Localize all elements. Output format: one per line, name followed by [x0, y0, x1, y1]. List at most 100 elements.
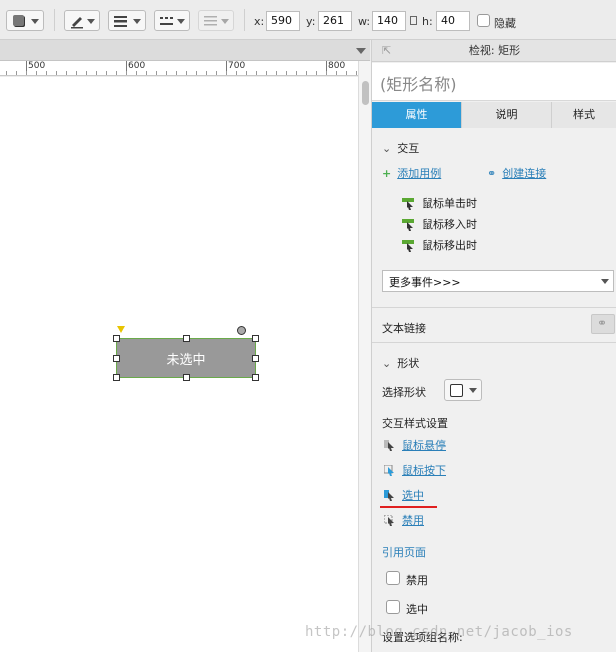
line-pattern-button[interactable] [154, 10, 190, 31]
create-link-label[interactable]: 创建连接 [502, 167, 546, 180]
ruler-minor-tick [66, 71, 67, 75]
cursor-hover-icon [384, 440, 394, 451]
ruler-minor-tick [346, 71, 347, 75]
interaction-section-header[interactable]: ⌄ 交互 [382, 140, 419, 156]
resize-handle[interactable] [252, 355, 259, 362]
selected-checkbox[interactable] [386, 600, 400, 614]
add-case-label[interactable]: 添加用例 [397, 167, 441, 180]
canvas-tab-bar [0, 40, 370, 61]
ruler-minor-tick [46, 71, 47, 75]
line-color-button[interactable] [64, 10, 100, 31]
resize-handle[interactable] [113, 335, 120, 342]
line-weight-icon [114, 16, 127, 27]
fill-color-button[interactable] [6, 10, 44, 31]
ruler-minor-tick [16, 71, 17, 75]
plus-icon: + [382, 167, 392, 180]
canvas-scrollbar[interactable] [358, 61, 371, 652]
text-link-label: 文本链接 [382, 322, 426, 335]
interaction-style-header: 交互样式设置 [382, 417, 448, 430]
lock-ratio-icon[interactable] [410, 16, 417, 25]
collapse-icon[interactable]: ⇱ [382, 40, 391, 62]
event-mouse-leave[interactable]: 鼠标移出时 [402, 237, 477, 253]
hide-checkbox[interactable] [477, 14, 490, 27]
text-link-button[interactable]: ⚭ [591, 314, 615, 334]
add-case-link[interactable]: + 添加用例 [382, 165, 441, 181]
cursor-press-icon [384, 465, 394, 476]
tab-style[interactable]: 样式 [552, 102, 616, 128]
reference-page-label[interactable]: 引用页面 [382, 546, 426, 559]
line-weight-button[interactable] [108, 10, 146, 31]
rectangle-widget[interactable]: 未选中 [116, 338, 256, 378]
style-label[interactable]: 鼠标按下 [402, 464, 446, 477]
square-icon [13, 15, 24, 26]
select-shape-label: 选择形状 [382, 386, 426, 399]
event-label: 鼠标单击时 [422, 197, 477, 210]
y-label: y: [306, 15, 316, 28]
style-hover[interactable]: 鼠标悬停 [384, 437, 446, 453]
ruler-minor-tick [316, 71, 317, 75]
disabled-checkbox[interactable] [386, 571, 400, 585]
ruler-minor-tick [296, 71, 297, 75]
width-input[interactable]: 140 [372, 11, 406, 31]
shape-header-label: 形状 [397, 357, 420, 370]
style-disabled[interactable]: 禁用 [384, 512, 424, 528]
ruler-minor-tick [116, 71, 117, 75]
resize-handle[interactable] [252, 335, 259, 342]
shape-picker[interactable] [444, 379, 482, 401]
ruler-minor-tick [276, 71, 277, 75]
inspector-panel: ⇱ 检视: 矩形 (矩形名称) 属性 说明 样式 ⌄ 交互 + 添加用例 ⚭ 创建连接… [371, 40, 616, 652]
event-cursor-icon [402, 198, 414, 210]
event-cursor-icon [402, 240, 414, 252]
reference-page-link[interactable]: 引用页面 [382, 544, 426, 560]
dashed-line-icon [160, 17, 173, 25]
style-label[interactable]: 选中 [402, 489, 424, 502]
x-input[interactable]: 590 [266, 11, 300, 31]
ruler-minor-tick [96, 71, 97, 75]
corner-radius-handle-icon[interactable] [117, 326, 125, 333]
height-input[interactable]: 40 [436, 11, 470, 31]
event-mouse-enter[interactable]: 鼠标移入时 [402, 216, 477, 232]
x-label: x: [254, 15, 265, 28]
resize-handle[interactable] [183, 374, 190, 381]
tab-menu-icon[interactable] [356, 48, 366, 54]
resize-handle[interactable] [113, 355, 120, 362]
ruler-minor-tick [196, 71, 197, 75]
more-events-label: 更多事件>>> [389, 276, 461, 289]
ruler-minor-tick [26, 71, 27, 75]
resize-handle[interactable] [252, 374, 259, 381]
style-label[interactable]: 鼠标悬停 [402, 439, 446, 452]
style-label[interactable]: 禁用 [402, 514, 424, 527]
shape-name-input[interactable]: (矩形名称) [372, 63, 616, 101]
ruler-tick: 500 [28, 61, 46, 71]
more-events-select[interactable]: 更多事件>>> [382, 270, 614, 292]
cursor-selected-icon [384, 490, 394, 501]
ruler-minor-tick [206, 71, 207, 75]
event-cursor-icon [402, 219, 414, 231]
style-mouse-down[interactable]: 鼠标按下 [384, 462, 446, 478]
ruler-minor-tick [136, 71, 137, 75]
chain-link-icon: ⚭ [597, 316, 608, 330]
resize-handle[interactable] [113, 374, 120, 381]
scrollbar-thumb[interactable] [362, 81, 369, 105]
rotate-handle-icon[interactable] [237, 326, 246, 335]
h-label: h: [422, 15, 433, 28]
ruler-minor-tick [156, 71, 157, 75]
ruler-minor-tick [266, 71, 267, 75]
create-link-link[interactable]: ⚭ 创建连接 [487, 165, 546, 181]
chevron-down-icon [601, 279, 609, 284]
event-click[interactable]: 鼠标单击时 [402, 195, 477, 211]
align-button[interactable] [198, 10, 234, 31]
ruler-minor-tick [256, 71, 257, 75]
ruler-minor-tick [86, 71, 87, 75]
tab-properties[interactable]: 属性 [372, 102, 462, 128]
tab-notes[interactable]: 说明 [462, 102, 552, 128]
ruler-minor-tick [286, 71, 287, 75]
event-label: 鼠标移入时 [422, 218, 477, 231]
y-input[interactable]: 261 [318, 11, 352, 31]
style-selected[interactable]: 选中 [384, 487, 424, 503]
shape-section-header[interactable]: ⌄ 形状 [382, 355, 419, 371]
ruler-tick: 700 [228, 61, 246, 71]
ruler-minor-tick [226, 71, 227, 75]
ruler-tick: 600 [128, 61, 146, 71]
resize-handle[interactable] [183, 335, 190, 342]
